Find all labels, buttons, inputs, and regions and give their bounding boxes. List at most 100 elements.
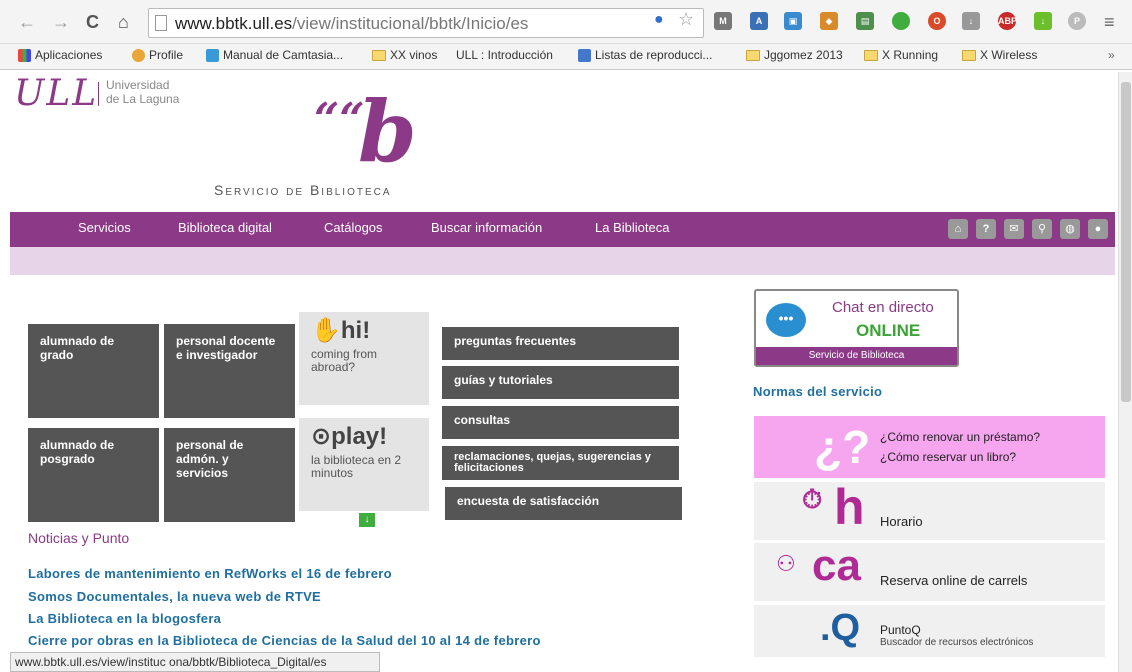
carrels-box[interactable]: ⚇ ca Reserva online de carrels <box>754 541 1105 601</box>
star-icon[interactable]: ☆ <box>678 9 694 30</box>
bookmark-listas[interactable]: Listas de reproducci... <box>578 48 712 62</box>
status-bar-url: www.bbtk.ull.es/view/instituc ona/bbtk/B… <box>10 652 380 672</box>
apps-icon <box>18 48 31 62</box>
normas-link[interactable]: Normas del servicio <box>753 384 882 399</box>
browser-window: ← → C ⌂ www.bbtk.ull.es/view/institucion… <box>0 0 1132 672</box>
renew-loan-link[interactable]: ¿Cómo renovar un préstamo? <box>880 430 1040 444</box>
search-icon[interactable]: ⚲ <box>1032 219 1052 239</box>
folder-icon <box>962 49 976 61</box>
nav-servicios[interactable]: Servicios <box>78 220 131 235</box>
tile-play-video[interactable]: ⊙play! la biblioteca en 2 minutos <box>299 418 429 511</box>
news-heading: Noticias y Punto <box>28 530 130 546</box>
home-browser-icon[interactable]: ⌂ <box>118 12 129 32</box>
news-item[interactable]: Somos Documentales, la nueva web de RTVE <box>28 589 321 604</box>
clock-icon: ⏱ <box>802 484 823 514</box>
play-subtitle: la biblioteca en 2 minutos <box>311 453 402 480</box>
globe-icon[interactable]: ◍ <box>1060 219 1080 239</box>
bookmark-vinos[interactable]: XX vinos <box>372 48 437 62</box>
chat-online-banner[interactable]: ••• Chat en directo ONLINE Servicio de B… <box>754 289 959 367</box>
nav-biblioteca-digital[interactable]: Biblioteca digital <box>178 220 272 235</box>
food-ext-icon[interactable]: ◆ <box>820 12 838 30</box>
reserve-book-link[interactable]: ¿Cómo reservar un libro? <box>880 450 1016 464</box>
more-bookmarks-icon[interactable]: » <box>1108 48 1115 62</box>
news-item[interactable]: Labores de mantenimiento en RefWorks el … <box>28 566 392 581</box>
library-logo-b: b <box>358 82 417 181</box>
bookmark-profile[interactable]: Profile <box>132 48 183 62</box>
tile-alumnado-grado[interactable]: alumnado de grado <box>28 324 159 418</box>
tile-hi-abroad[interactable]: ✋hi! coming from abroad? <box>299 312 429 405</box>
menu-icon[interactable]: ≡ <box>1104 12 1115 33</box>
renew-box: ¿? ¿Cómo renovar un préstamo? ¿Cómo rese… <box>754 416 1105 478</box>
puntoq-label: PuntoQ <box>880 623 921 637</box>
download-green-ext-icon[interactable]: ↓ <box>1034 12 1052 30</box>
ull-logo[interactable]: ULL <box>14 74 98 114</box>
folder-icon <box>746 49 760 61</box>
gmail-ext-icon[interactable]: M <box>714 12 732 30</box>
sub-nav-band <box>10 247 1115 275</box>
pinterest-ext-icon[interactable]: P <box>1068 12 1086 30</box>
tile-personal-admon[interactable]: personal de admón. y servicios <box>164 428 295 522</box>
puntoq-description: Buscador de recursos electrónicos <box>880 637 1034 648</box>
link-consultas[interactable]: consultas <box>442 406 679 439</box>
home-icon[interactable]: ⌂ <box>948 219 968 239</box>
main-nav: Servicios Biblioteca digital Catálogos B… <box>10 212 1115 247</box>
green-dot-ext-icon[interactable] <box>892 12 910 30</box>
university-line-1: Universidad <box>106 78 170 92</box>
link-encuesta[interactable]: encuesta de satisfacción <box>445 487 682 520</box>
browser-toolbar: ← → C ⌂ www.bbtk.ull.es/view/institucion… <box>0 0 1132 44</box>
help-icon[interactable]: ? <box>976 219 996 239</box>
nav-catalogos[interactable]: Catálogos <box>324 220 383 235</box>
horario-box[interactable]: ⏱ h Horario <box>754 479 1105 540</box>
news-item[interactable]: Cierre por obras en la Biblioteca de Cie… <box>28 633 541 648</box>
bookmark-ull[interactable]: ULL : Introducción <box>456 48 553 62</box>
play-title: play! <box>331 423 388 450</box>
university-name: Universidad de La Laguna <box>106 78 179 106</box>
tile-alumnado-posgrado[interactable]: alumnado de posgrado <box>28 428 159 522</box>
bookmark-camtasia[interactable]: Manual de Camtasia... <box>206 48 343 62</box>
service-title: Servicio de Biblioteca <box>214 182 392 198</box>
photo-ext-icon[interactable]: ▤ <box>856 12 874 30</box>
link-guias-tutoriales[interactable]: guías y tutoriales <box>442 366 679 399</box>
translate-ext-icon[interactable]: A <box>750 12 768 30</box>
folder-icon <box>372 49 386 61</box>
hand-icon: ✋ <box>311 317 341 344</box>
user-icon[interactable]: ● <box>1088 219 1108 239</box>
scrollbar-thumb[interactable] <box>1121 82 1131 402</box>
download-arrow-icon[interactable]: ↓ <box>359 513 375 527</box>
mail-icon[interactable]: ✉ <box>1004 219 1024 239</box>
question-icon: ¿? <box>814 421 871 473</box>
carrels-ca-icon: ca <box>812 541 861 590</box>
google-icon[interactable]: ● <box>654 11 664 29</box>
bookmark-running[interactable]: X Running <box>864 48 938 62</box>
news-item[interactable]: La Biblioteca en la blogosfera <box>28 611 221 626</box>
chat-footer: Servicio de Biblioteca <box>756 347 957 365</box>
folder-icon <box>864 49 878 61</box>
bookmark-jggomez[interactable]: Jggomez 2013 <box>746 48 843 62</box>
puntoq-box[interactable]: .Q PuntoQ Buscador de recursos electróni… <box>754 605 1105 657</box>
nav-buscar-informacion[interactable]: Buscar información <box>431 220 542 235</box>
vertical-scrollbar[interactable] <box>1118 72 1132 672</box>
nav-la-biblioteca[interactable]: La Biblioteca <box>595 220 669 235</box>
chat-status: ONLINE <box>856 321 921 340</box>
download-gray-ext-icon[interactable]: ↓ <box>962 12 980 30</box>
bookmark-apps[interactable]: Aplicaciones <box>18 48 102 62</box>
bookmark-wireless[interactable]: X Wireless <box>962 48 1037 62</box>
bookmarks-bar: Aplicaciones Profile Manual de Camtasia.… <box>0 44 1132 70</box>
forward-icon[interactable]: → <box>52 12 70 32</box>
screenshot-ext-icon[interactable]: ▣ <box>784 12 802 30</box>
logo-divider <box>98 82 99 106</box>
horario-label: Horario <box>880 514 923 529</box>
play-icon: ⊙ <box>311 423 332 450</box>
chat-bubble-icon: ••• <box>766 303 806 337</box>
link-reclamaciones[interactable]: reclamaciones, quejas, sugerencias y fel… <box>442 446 679 480</box>
reload-icon[interactable]: C <box>86 12 99 32</box>
back-icon[interactable]: ← <box>18 12 36 32</box>
page-icon <box>155 15 167 31</box>
link-preguntas-frecuentes[interactable]: preguntas frecuentes <box>442 327 679 360</box>
address-bar[interactable]: www.bbtk.ull.es/view/institucional/bbtk/… <box>148 8 704 38</box>
tile-personal-docente[interactable]: personal docente e investigador <box>164 324 295 418</box>
adblock-ext-icon[interactable]: ABP <box>998 12 1017 30</box>
chat-title: Chat en directo <box>832 299 934 316</box>
url-text: www.bbtk.ull.es/view/institucional/bbtk/… <box>175 14 529 33</box>
opera-ext-icon[interactable]: O <box>928 12 946 30</box>
